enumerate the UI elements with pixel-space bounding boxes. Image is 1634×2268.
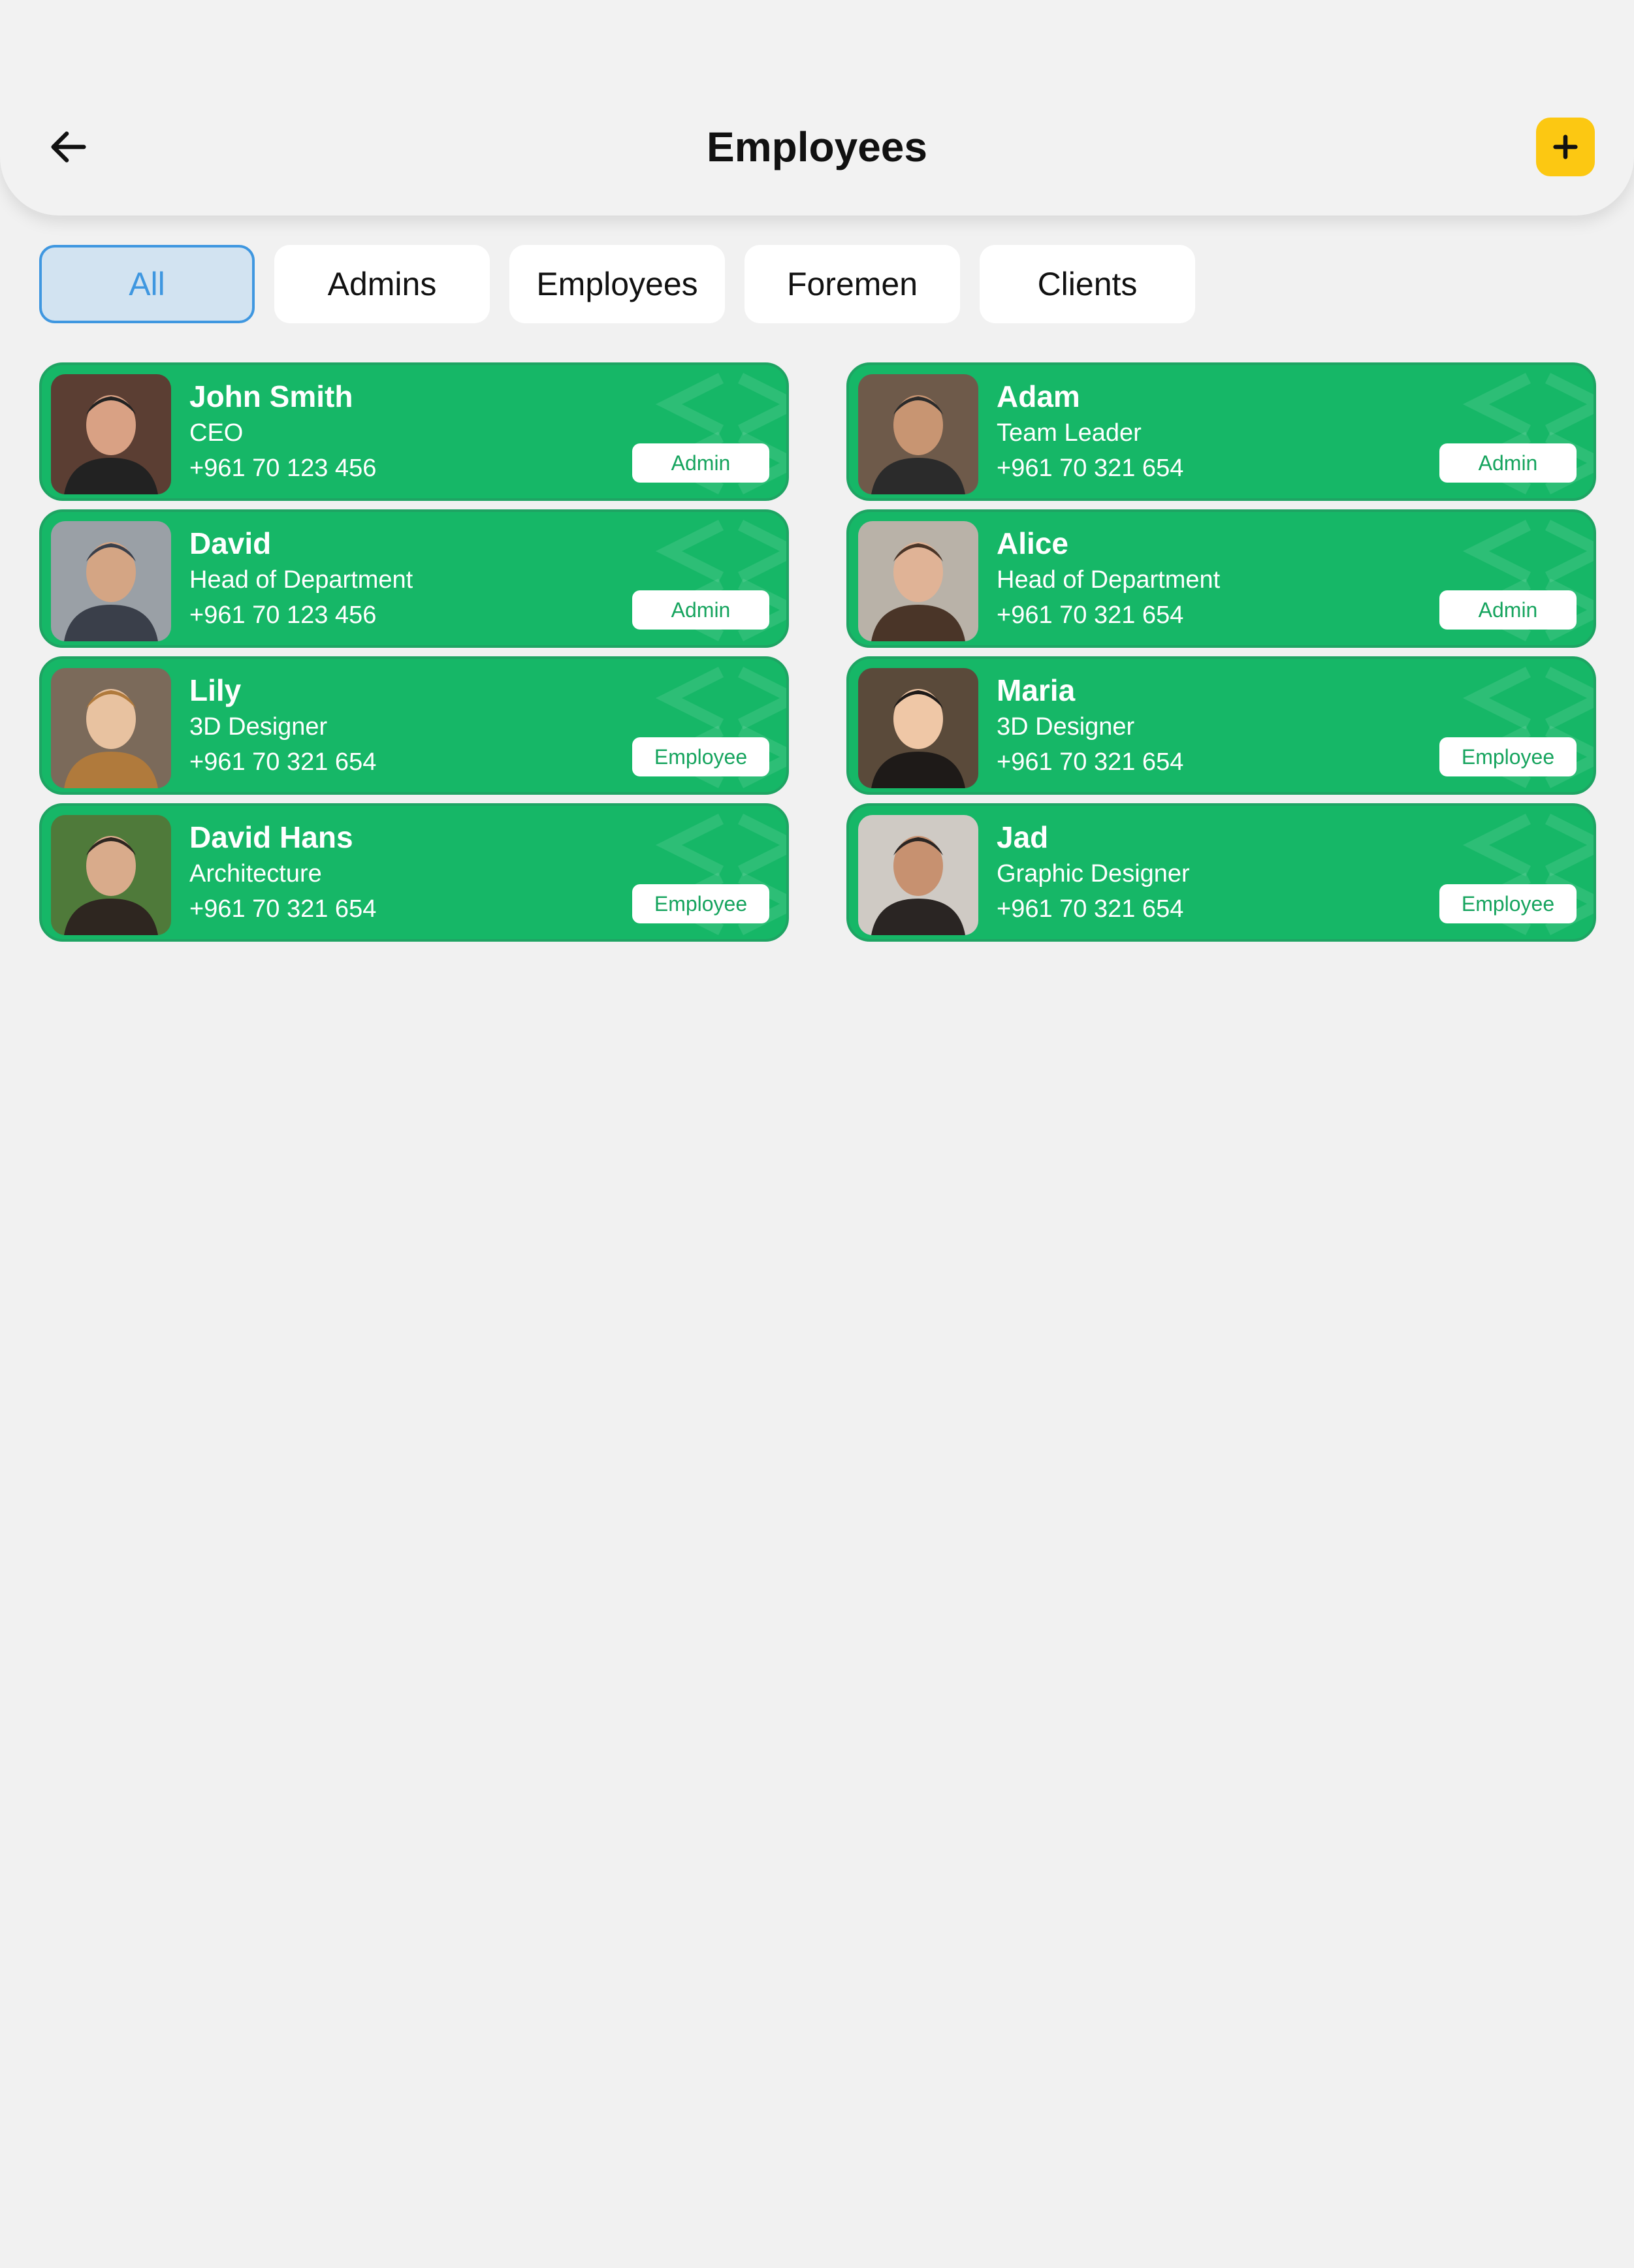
employee-phone: +961 70 321 654 [997, 455, 1184, 482]
employee-phone: +961 70 321 654 [997, 601, 1184, 629]
employee-name: John Smith [189, 379, 353, 413]
tab-all[interactable]: All [39, 245, 255, 323]
employee-name: David [189, 526, 272, 560]
employee-phone: +961 70 321 654 [997, 748, 1184, 776]
avatar [51, 668, 171, 788]
employee-card[interactable]: Jad Graphic Designer +961 70 321 654 Employ… [846, 803, 1596, 942]
employee-job-title: 3D Designer [997, 713, 1135, 741]
employee-card[interactable]: Adam Team Leader +961 70 321 654 Admin [846, 362, 1596, 501]
tab-foremen[interactable]: Foremen [745, 245, 960, 323]
role-badge[interactable]: Employee [632, 737, 769, 776]
employee-card[interactable]: David Head of Department +961 70 123 456 Ad… [39, 509, 789, 648]
employee-job-title: Architecture [189, 860, 322, 887]
tab-clients[interactable]: Clients [980, 245, 1195, 323]
plus-icon [1553, 135, 1578, 159]
role-badge[interactable]: Employee [1439, 737, 1577, 776]
employee-phone: +961 70 321 654 [189, 748, 377, 776]
employee-name: Adam [997, 379, 1080, 413]
tab-admins[interactable]: Admins [274, 245, 490, 323]
avatar [858, 521, 978, 641]
employee-name: Maria [997, 673, 1076, 707]
role-badge[interactable]: Admin [1439, 443, 1577, 483]
employee-name: Jad [997, 820, 1049, 854]
page-title: Employees [707, 123, 927, 170]
employee-card[interactable]: Alice Head of Department +961 70 321 654 Ad… [846, 509, 1596, 648]
role-badge[interactable]: Admin [1439, 590, 1577, 630]
avatar [858, 374, 978, 494]
employee-job-title: CEO [189, 419, 244, 447]
avatar [51, 815, 171, 935]
employee-phone: +961 70 123 456 [189, 455, 377, 482]
employee-card[interactable]: John Smith CEO +961 70 123 456 Admin [39, 362, 789, 501]
employee-phone: +961 70 321 654 [997, 895, 1184, 923]
employee-card[interactable]: Maria 3D Designer +961 70 321 654 Employee [846, 656, 1596, 795]
employee-phone: +961 70 123 456 [189, 601, 377, 629]
add-employee-button[interactable] [1536, 118, 1595, 176]
employee-job-title: Team Leader [997, 419, 1142, 447]
filter-tabs: All Admins Employees Foremen Clients [39, 245, 1195, 323]
employee-job-title: Head of Department [997, 566, 1221, 594]
employee-name: Lily [189, 673, 242, 707]
employee-name: Alice [997, 526, 1068, 560]
employee-phone: +961 70 321 654 [189, 895, 377, 923]
avatar [51, 374, 171, 494]
role-badge[interactable]: Employee [632, 884, 769, 923]
avatar [858, 668, 978, 788]
employee-card[interactable]: David Hans Architecture +961 70 321 654 Emp… [39, 803, 789, 942]
employee-job-title: Graphic Designer [997, 860, 1190, 887]
avatar [858, 815, 978, 935]
app-header: Employees [0, 0, 1634, 216]
employee-job-title: Head of Department [189, 566, 413, 594]
role-badge[interactable]: Employee [1439, 884, 1577, 923]
tab-employees[interactable]: Employees [509, 245, 725, 323]
employee-name: David Hans [189, 820, 353, 854]
role-badge[interactable]: Admin [632, 443, 769, 483]
employee-job-title: 3D Designer [189, 713, 328, 741]
avatar [51, 521, 171, 641]
employee-card[interactable]: Lily 3D Designer +961 70 321 654 Employee [39, 656, 789, 795]
role-badge[interactable]: Admin [632, 590, 769, 630]
